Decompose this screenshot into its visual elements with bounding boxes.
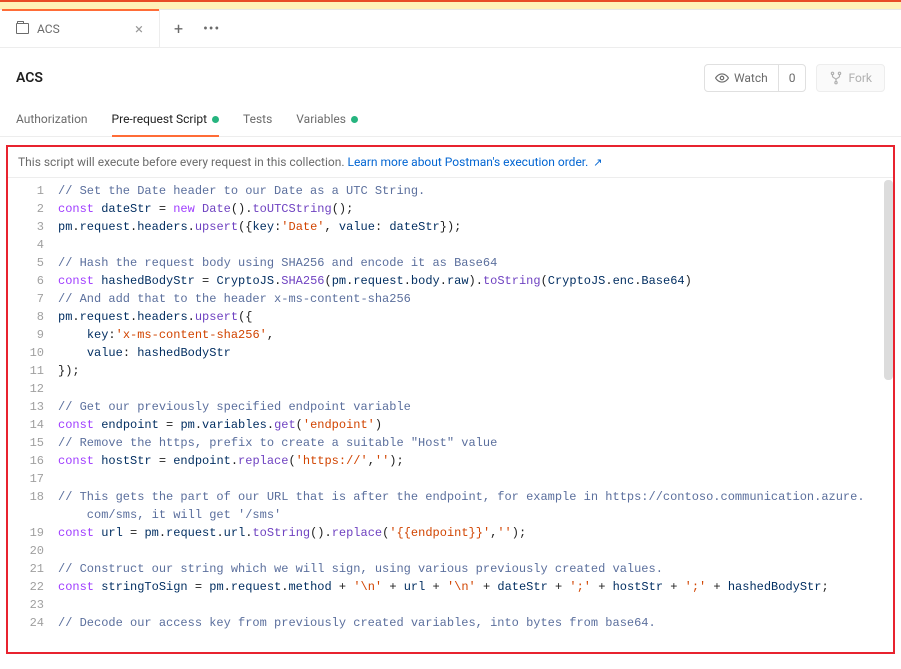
more-tabs-icon[interactable]: ••• bbox=[197, 21, 226, 37]
code-editor[interactable]: 123456789101112131415161718 192021222324… bbox=[8, 178, 893, 632]
fork-button[interactable]: Fork bbox=[816, 64, 885, 92]
vertical-scrollbar[interactable] bbox=[884, 180, 893, 380]
line-gutter: 123456789101112131415161718 192021222324 bbox=[8, 182, 58, 632]
tab-pre-request-script[interactable]: Pre-request Script bbox=[112, 104, 219, 136]
tab-authorization[interactable]: Authorization bbox=[16, 104, 88, 136]
info-text: This script will execute before every re… bbox=[18, 155, 347, 169]
watch-label: Watch bbox=[734, 71, 768, 85]
page-title: ACS bbox=[16, 70, 704, 86]
sub-tabs: Authorization Pre-request Script Tests V… bbox=[0, 104, 901, 137]
file-tab-bar: ACS × + ••• bbox=[0, 10, 901, 48]
watch-group: Watch 0 bbox=[704, 64, 807, 92]
new-tab-button[interactable]: + bbox=[160, 19, 197, 38]
tab-tests[interactable]: Tests bbox=[243, 104, 272, 136]
status-dot-icon bbox=[351, 116, 358, 123]
external-link-icon: ↗ bbox=[593, 156, 602, 169]
close-icon[interactable]: × bbox=[133, 20, 145, 38]
tab-variables[interactable]: Variables bbox=[296, 104, 358, 136]
fork-icon bbox=[829, 71, 843, 85]
file-tab-title: ACS bbox=[37, 22, 133, 36]
header-row: ACS Watch 0 bbox=[0, 48, 901, 104]
code-content[interactable]: // Set the Date header to our Date as a … bbox=[58, 182, 893, 632]
folder-icon bbox=[16, 23, 29, 34]
fork-label: Fork bbox=[848, 71, 872, 85]
status-dot-icon bbox=[212, 116, 219, 123]
eye-icon bbox=[715, 71, 729, 85]
highlight-frame: This script will execute before every re… bbox=[6, 145, 895, 654]
info-row: This script will execute before every re… bbox=[8, 147, 893, 178]
watch-button[interactable]: Watch bbox=[705, 65, 778, 91]
learn-more-link[interactable]: Learn more about Postman's execution ord… bbox=[347, 155, 588, 169]
watch-count[interactable]: 0 bbox=[778, 65, 806, 91]
file-tab-acs[interactable]: ACS × bbox=[2, 10, 160, 47]
